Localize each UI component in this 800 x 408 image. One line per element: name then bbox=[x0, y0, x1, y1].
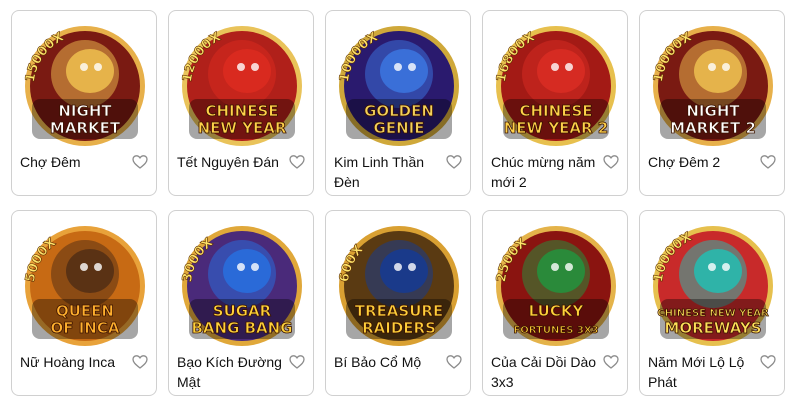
game-title[interactable]: Chúc mừng năm mới 2 bbox=[491, 152, 607, 192]
favorite-heart-icon[interactable] bbox=[132, 154, 148, 170]
game-thumbnail[interactable]: 12000X CHINESE NEW YEAR bbox=[177, 19, 307, 149]
game-logo-text: NEW YEAR bbox=[198, 119, 287, 137]
game-card[interactable]: 10000X CHINESE NEW YEAR MOREWAYS Năm Mới Lộ… bbox=[639, 210, 785, 396]
game-card[interactable]: 3000X SUGAR BANG BANG Bạo Kích Đường Mật bbox=[168, 210, 314, 396]
game-card[interactable]: 10000X NIGHT MARKET 2 Chợ Đêm 2 bbox=[639, 10, 785, 196]
favorite-heart-icon[interactable] bbox=[603, 354, 619, 370]
game-thumbnail[interactable]: 600X TREASURE RAIDERS bbox=[334, 219, 464, 349]
game-card[interactable]: 600X TREASURE RAIDERS Bí Bảo Cổ Mộ bbox=[325, 210, 471, 396]
character-art bbox=[66, 49, 114, 93]
game-logo-text: NIGHT bbox=[686, 102, 740, 120]
game-logo-text: CHINESE NEW YEAR bbox=[657, 308, 769, 319]
character-art bbox=[694, 49, 742, 93]
game-title[interactable]: Bí Bảo Cổ Mộ bbox=[334, 352, 450, 372]
game-logo-text: MARKET 2 bbox=[670, 119, 756, 137]
favorite-heart-icon[interactable] bbox=[132, 354, 148, 370]
game-art: 5000XQUEENOF INCA bbox=[23, 226, 145, 346]
game-title[interactable]: Của Cải Dồi Dào 3x3 bbox=[491, 352, 607, 392]
character-art bbox=[694, 249, 742, 293]
game-art: 3000XSUGARBANG BANG bbox=[180, 226, 302, 346]
game-card[interactable]: 5000X QUEEN OF INCA Nữ Hoàng Inca bbox=[11, 210, 157, 396]
game-art: 15000XNIGHTMARKET bbox=[23, 26, 145, 146]
game-thumbnail[interactable]: 10000X NIGHT MARKET 2 bbox=[648, 19, 778, 149]
game-logo-text: CHINESE bbox=[520, 102, 593, 120]
game-grid: 15000X NIGHT MARKET Chợ Đêm 12000X CHINESE NEW… bbox=[0, 0, 800, 408]
game-card[interactable]: 15000X NIGHT MARKET Chợ Đêm bbox=[11, 10, 157, 196]
favorite-heart-icon[interactable] bbox=[760, 354, 776, 370]
game-card[interactable]: 12000X CHINESE NEW YEAR Tết Nguyên Đán bbox=[168, 10, 314, 196]
game-art: 12000XCHINESENEW YEAR bbox=[180, 26, 302, 146]
game-title[interactable]: Năm Mới Lộ Lộ Phát bbox=[648, 352, 764, 392]
game-logo-text: FORTUNES 3X3 bbox=[513, 325, 598, 336]
game-art: 600XTREASURERAIDERS bbox=[337, 226, 459, 346]
game-art: 10000XGOLDENGENIE bbox=[337, 26, 459, 146]
game-art: 2500XLUCKYFORTUNES 3X3 bbox=[494, 226, 616, 346]
game-logo-text: NIGHT bbox=[58, 102, 112, 120]
character-art bbox=[223, 49, 271, 93]
character-art bbox=[380, 49, 428, 93]
game-logo-text: TREASURE bbox=[355, 302, 443, 320]
game-thumbnail[interactable]: 2500X LUCKY FORTUNES 3X3 bbox=[491, 219, 621, 349]
game-title[interactable]: Tết Nguyên Đán bbox=[177, 152, 293, 172]
game-logo-text: SUGAR bbox=[213, 302, 272, 320]
favorite-heart-icon[interactable] bbox=[289, 154, 305, 170]
game-logo-text: LUCKY bbox=[529, 302, 585, 320]
game-title[interactable]: Kim Linh Thần Đèn bbox=[334, 152, 450, 192]
game-thumbnail[interactable]: 3000X SUGAR BANG BANG bbox=[177, 219, 307, 349]
favorite-heart-icon[interactable] bbox=[446, 354, 462, 370]
character-art bbox=[380, 249, 428, 293]
favorite-heart-icon[interactable] bbox=[760, 154, 776, 170]
game-logo-text: NEW YEAR 2 bbox=[504, 119, 609, 137]
game-thumbnail[interactable]: 16800X CHINESE NEW YEAR 2 bbox=[491, 19, 621, 149]
game-logo-text: MOREWAYS bbox=[664, 319, 761, 337]
game-logo-text: QUEEN bbox=[56, 302, 114, 320]
game-title[interactable]: Nữ Hoàng Inca bbox=[20, 352, 136, 372]
character-art bbox=[66, 249, 114, 293]
game-art: 10000XCHINESE NEW YEARMOREWAYS bbox=[651, 226, 773, 346]
game-title[interactable]: Bạo Kích Đường Mật bbox=[177, 352, 293, 392]
character-art bbox=[537, 49, 585, 93]
game-title[interactable]: Chợ Đêm bbox=[20, 152, 136, 172]
game-thumbnail[interactable]: 15000X NIGHT MARKET bbox=[20, 19, 150, 149]
game-card[interactable]: 2500X LUCKY FORTUNES 3X3 Của Cải Dồi Dào 3x… bbox=[482, 210, 628, 396]
game-title[interactable]: Chợ Đêm 2 bbox=[648, 152, 764, 172]
game-logo-text: BANG BANG bbox=[191, 319, 292, 337]
favorite-heart-icon[interactable] bbox=[446, 154, 462, 170]
game-logo-text: CHINESE bbox=[206, 102, 279, 120]
game-logo-text: OF INCA bbox=[51, 319, 120, 337]
favorite-heart-icon[interactable] bbox=[289, 354, 305, 370]
character-art bbox=[223, 249, 271, 293]
game-logo-text: GENIE bbox=[374, 119, 425, 137]
game-logo-text: RAIDERS bbox=[362, 319, 436, 337]
game-art: 16800XCHINESENEW YEAR 2 bbox=[494, 26, 616, 146]
game-card[interactable]: 10000X GOLDEN GENIE Kim Linh Thần Đèn bbox=[325, 10, 471, 196]
game-logo-text: GOLDEN bbox=[364, 102, 434, 120]
game-thumbnail[interactable]: 5000X QUEEN OF INCA bbox=[20, 219, 150, 349]
game-logo-text: MARKET bbox=[50, 119, 121, 137]
favorite-heart-icon[interactable] bbox=[603, 154, 619, 170]
game-card[interactable]: 16800X CHINESE NEW YEAR 2 Chúc mừng năm mới… bbox=[482, 10, 628, 196]
game-art: 10000XNIGHTMARKET 2 bbox=[651, 26, 773, 146]
game-thumbnail[interactable]: 10000X GOLDEN GENIE bbox=[334, 19, 464, 149]
game-thumbnail[interactable]: 10000X CHINESE NEW YEAR MOREWAYS bbox=[648, 219, 778, 349]
character-art bbox=[537, 249, 585, 293]
